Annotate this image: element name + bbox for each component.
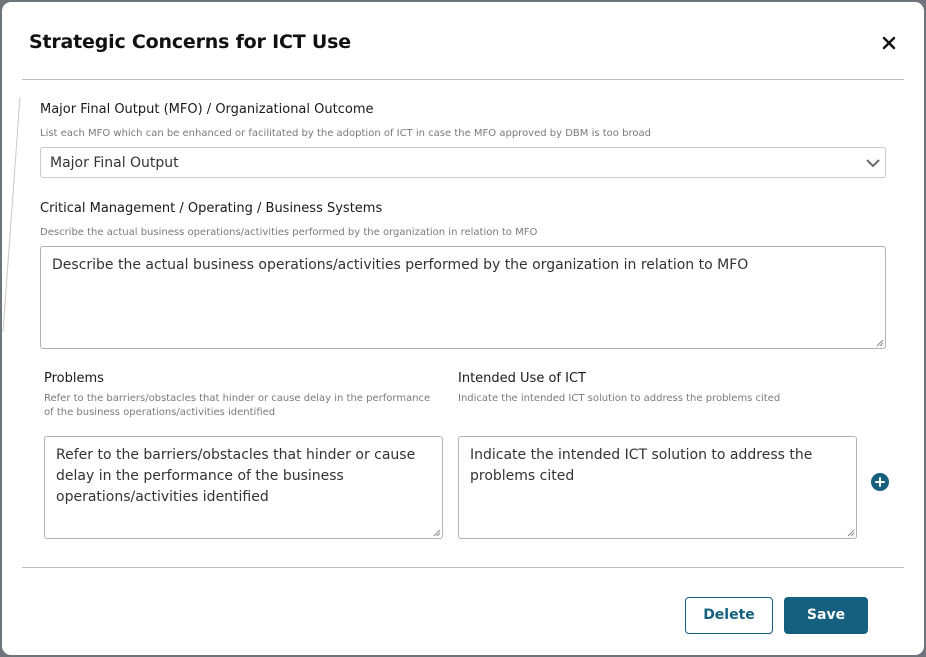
- intended-use-help-text: Indicate the intended ICT solution to ad…: [458, 393, 781, 404]
- plus-circle-icon: [875, 477, 885, 487]
- delete-button[interactable]: Delete: [685, 597, 773, 634]
- resize-grip-icon[interactable]: [433, 529, 441, 537]
- intended-use-textarea[interactable]: Indicate the intended ICT solution to ad…: [458, 436, 857, 539]
- problems-textarea[interactable]: Refer to the barriers/obstacles that hin…: [44, 436, 443, 539]
- close-button[interactable]: [878, 32, 900, 54]
- problems-help-text: Refer to the barriers/obstacles that hin…: [44, 393, 431, 418]
- problems-textarea-value: Refer to the barriers/obstacles that hin…: [56, 447, 416, 505]
- left-guide-line: [2, 97, 21, 333]
- systems-label: Critical Management / Operating / Busine…: [40, 201, 383, 216]
- resize-grip-icon[interactable]: [876, 339, 884, 347]
- add-row-button[interactable]: [871, 473, 889, 491]
- systems-textarea[interactable]: Describe the actual business operations/…: [40, 246, 886, 349]
- footer-divider: [22, 567, 904, 568]
- intended-use-textarea-value: Indicate the intended ICT solution to ad…: [470, 447, 813, 484]
- systems-textarea-value: Describe the actual business operations/…: [52, 257, 749, 273]
- modal-title: Strategic Concerns for ICT Use: [29, 31, 351, 53]
- mfo-select-value: Major Final Output: [50, 155, 179, 171]
- strategic-concerns-modal: Strategic Concerns for ICT Use Major Fin…: [2, 2, 924, 655]
- resize-grip-icon[interactable]: [847, 529, 855, 537]
- mfo-help-text: List each MFO which can be enhanced or f…: [40, 128, 651, 139]
- problems-label: Problems: [44, 371, 104, 386]
- chevron-down-icon: [866, 159, 880, 168]
- header-divider: [22, 79, 904, 80]
- modal-header: Strategic Concerns for ICT Use: [2, 2, 924, 80]
- close-icon: [882, 36, 896, 50]
- systems-help-text: Describe the actual business operations/…: [40, 227, 538, 238]
- intended-use-label: Intended Use of ICT: [458, 371, 586, 386]
- mfo-select[interactable]: Major Final Output: [40, 147, 886, 178]
- mfo-label: Major Final Output (MFO) / Organizationa…: [40, 102, 374, 117]
- save-button[interactable]: Save: [784, 597, 868, 634]
